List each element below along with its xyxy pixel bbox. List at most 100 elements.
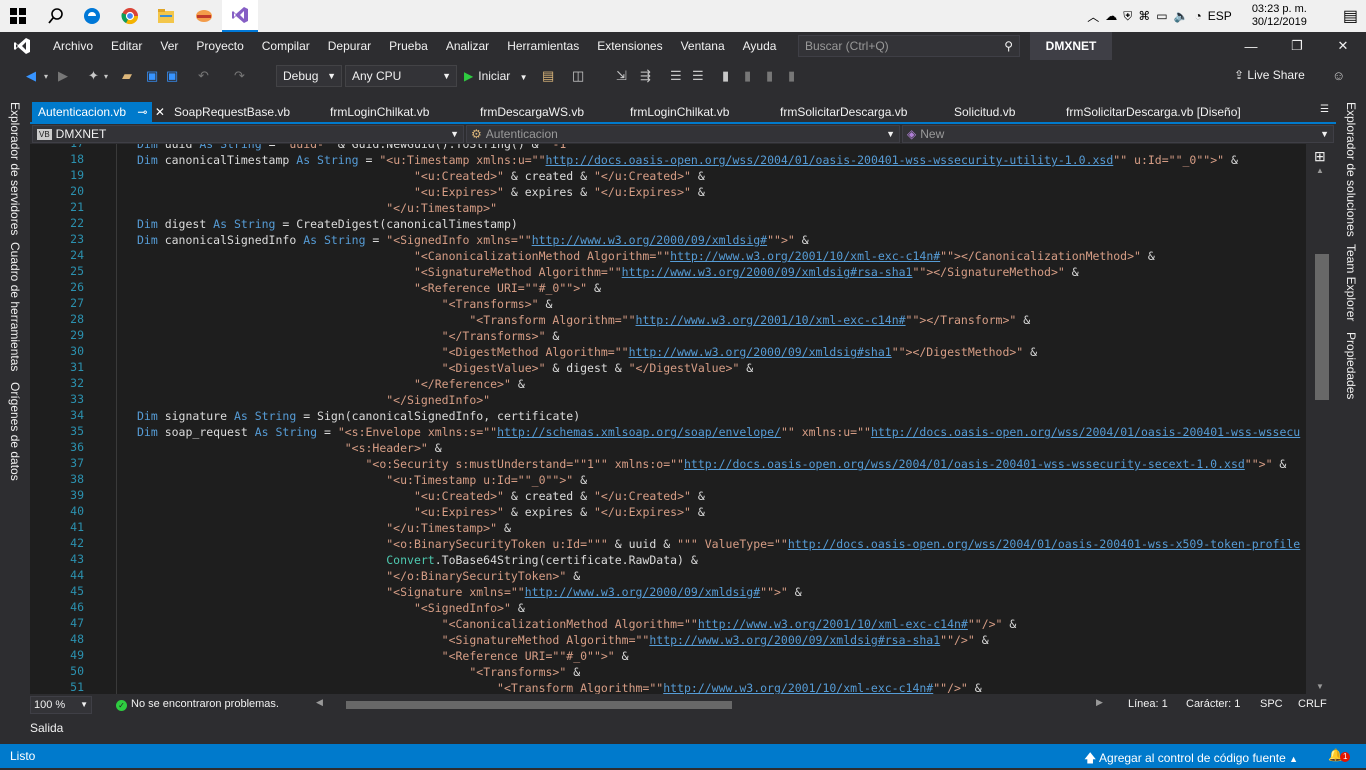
code-link[interactable]: http://docs.oasis-open.org/wss/2004/01/o… [684, 457, 1245, 471]
code-line[interactable]: "<s:Header>" & [137, 440, 442, 456]
save-icon[interactable]: ▣ [146, 68, 158, 84]
close-icon[interactable]: ✕ [155, 105, 165, 119]
output-tab[interactable]: Salida [30, 718, 63, 738]
code-link[interactable]: http://docs.oasis-open.org/wss/2004/01/o… [546, 153, 1114, 167]
bookmark-icon[interactable]: ▮ [722, 68, 729, 84]
new-project-icon[interactable]: ✦ [88, 68, 99, 84]
code-link[interactable]: http://docs.oasis-open.org/wss/2004/01/o… [788, 537, 1300, 551]
code-line[interactable]: "<SignatureMethod Algorithm=""http://www… [137, 264, 1079, 280]
class-select[interactable]: ⚙ Autenticacion ▼ [466, 125, 900, 143]
horizontal-scroll-thumb[interactable] [346, 701, 732, 709]
scroll-left-icon[interactable]: ◀ [316, 697, 323, 708]
code-line[interactable]: "<Reference URI=""#_0"">" & [137, 280, 601, 296]
code-line[interactable]: "<SignatureMethod Algorithm=""http://www… [137, 632, 989, 648]
outdent-icon[interactable]: ☰ [670, 68, 682, 84]
properties-tab[interactable]: Propiedades [1344, 332, 1358, 399]
code-editor[interactable]: 1718192021222324252627282930313233343536… [30, 144, 1306, 694]
network-icon[interactable]: ◔ [1195, 9, 1202, 23]
code-line[interactable]: Dim canonicalSignedInfo As String = "<Si… [137, 232, 809, 248]
action-center-icon[interactable]: ▤ [1343, 6, 1358, 26]
code-line[interactable]: "<o:Security s:mustUnderstand=""1"" xmln… [137, 456, 1286, 472]
data-sources-tab[interactable]: Orígenes de datos [8, 382, 22, 481]
attach-icon[interactable]: ▤ [542, 68, 554, 84]
start-debug-button[interactable]: ▶ Iniciar ▼ [464, 66, 528, 86]
menu-ver[interactable]: Ver [151, 32, 187, 60]
feedback-icon[interactable]: ☺ [1332, 68, 1345, 83]
menu-archivo[interactable]: Archivo [44, 32, 102, 60]
code-area[interactable]: Dim uuid As String = "uuid-" & Guid.NewG… [30, 144, 1306, 694]
scroll-up-icon[interactable]: ▲ [1316, 166, 1324, 175]
live-share-button[interactable]: ⇪ Live Share [1234, 68, 1305, 82]
code-line[interactable]: "<Reference URI=""#_0"">" & [137, 648, 629, 664]
chevron-down-icon[interactable]: ▾ [44, 72, 48, 81]
step-over-icon[interactable]: ⇶ [640, 68, 651, 84]
code-line[interactable]: "<SignedInfo>" & [137, 600, 525, 616]
language-indicator[interactable]: ESP [1208, 9, 1232, 23]
code-line[interactable]: "</u:Timestamp>" & [137, 520, 511, 536]
menu-herramientas[interactable]: Herramientas [498, 32, 588, 60]
tab-solicitud[interactable]: Solicitud.vb [948, 102, 1021, 122]
visual-studio-icon[interactable] [222, 0, 258, 32]
battery-icon[interactable]: ▭ [1156, 9, 1167, 23]
onedrive-icon[interactable]: ☁ [1105, 9, 1117, 23]
code-line[interactable]: Dim soap_request As String = "<s:Envelop… [137, 424, 1300, 440]
code-link[interactable]: http://schemas.xmlsoap.org/soap/envelope… [497, 425, 781, 439]
solution-explorer-tab[interactable]: Explorador de soluciones [1344, 102, 1358, 237]
tab-frmdescargaws[interactable]: frmDescargaWS.vb [474, 102, 590, 122]
menu-compilar[interactable]: Compilar [253, 32, 319, 60]
server-explorer-tab[interactable]: Explorador de servidores [8, 102, 22, 235]
line-ending-indicator[interactable]: CRLF [1298, 698, 1327, 710]
toolbox-tab[interactable]: Cuadro de herramientas [8, 242, 22, 371]
menu-prueba[interactable]: Prueba [380, 32, 437, 60]
navigate-forward-icon[interactable]: ▶ [58, 68, 68, 84]
configuration-select[interactable]: Debug ▼ [276, 65, 342, 87]
close-button[interactable]: ✕ [1320, 32, 1366, 60]
menu-editar[interactable]: Editar [102, 32, 151, 60]
chevron-down-icon[interactable]: ▾ [104, 72, 108, 81]
code-line[interactable]: "<Transforms>" & [137, 664, 580, 680]
prev-bookmark-icon[interactable]: ▮ [744, 68, 751, 84]
team-explorer-tab[interactable]: Team Explorer [1344, 244, 1358, 321]
code-line[interactable]: "</o:BinarySecurityToken>" & [137, 568, 580, 584]
vertical-scrollbar[interactable]: ⊞ ▲ ▼ [1306, 144, 1336, 694]
code-line[interactable]: "<DigestValue>" & digest & "</DigestValu… [137, 360, 754, 376]
split-editor-icon[interactable]: ⊞ [1314, 148, 1326, 165]
project-select[interactable]: VB DMXNET ▼ [32, 125, 464, 143]
search-input[interactable]: Buscar (Ctrl+Q) ⚲ [798, 35, 1020, 57]
tab-soaprequestbase[interactable]: SoapRequestBase.vb [168, 102, 296, 122]
tab-frmsolicitardescarga[interactable]: frmSolicitarDescarga.vb [774, 102, 913, 122]
code-link[interactable]: http://www.w3.org/2000/09/xmldsig# [525, 585, 760, 599]
file-explorer-icon[interactable] [148, 0, 184, 32]
edge-icon[interactable] [74, 0, 110, 32]
clear-bookmarks-icon[interactable]: ▮ [788, 68, 795, 84]
code-line[interactable]: "</Transforms>" & [137, 328, 560, 344]
add-to-source-control-button[interactable]: 🡅 Agregar al control de código fuente ▲ [1084, 749, 1298, 770]
windows-start-icon[interactable] [0, 0, 36, 32]
code-line[interactable]: "<Signature xmlns=""http://www.w3.org/20… [137, 584, 801, 600]
scroll-down-icon[interactable]: ▼ [1316, 682, 1324, 691]
search-icon[interactable] [38, 0, 74, 32]
menu-extensiones[interactable]: Extensiones [588, 32, 671, 60]
speaker-icon[interactable]: 🔈 [1174, 9, 1189, 23]
code-line[interactable]: "<Transforms>" & [137, 296, 553, 312]
indent-icon[interactable]: ☰ [692, 68, 704, 84]
redo-icon[interactable]: ↷ [234, 68, 245, 84]
code-line[interactable]: "<u:Timestamp u:Id=""_0"">" & [137, 472, 587, 488]
code-line[interactable]: "<u:Created>" & created & "</u:Created>"… [137, 488, 705, 504]
code-line[interactable]: "</SignedInfo>" [137, 392, 490, 408]
code-line[interactable]: "<u:Expires>" & expires & "</u:Expires>"… [137, 184, 705, 200]
code-line[interactable]: "<CanonicalizationMethod Algorithm=""htt… [137, 616, 1017, 632]
browser-link-icon[interactable]: ◫ [572, 68, 584, 84]
code-line[interactable]: "<Transform Algorithm=""http://www.w3.or… [137, 312, 1030, 328]
defender-icon[interactable]: ⛨ [1123, 9, 1132, 24]
taskbar-clock[interactable]: 03:23 p. m. 30/12/2019 [1252, 3, 1307, 29]
code-link[interactable]: http://www.w3.org/2000/09/xmldsig#rsa-sh… [649, 633, 940, 647]
code-line[interactable]: Dim signature As String = Sign(canonical… [137, 408, 580, 424]
chevron-up-icon[interactable]: ︿ [1087, 8, 1099, 25]
code-line[interactable]: "<Transform Algorithm=""http://www.w3.or… [137, 680, 982, 694]
code-link[interactable]: http://docs.oasis-open.org/wss/2004/01/o… [871, 425, 1300, 439]
code-line[interactable]: "<u:Created>" & created & "</u:Created>"… [137, 168, 705, 184]
whitespace-indicator[interactable]: SPC [1260, 698, 1283, 710]
menu-analizar[interactable]: Analizar [437, 32, 498, 60]
code-line[interactable]: "<o:BinarySecurityToken u:Id=""" & uuid … [137, 536, 1300, 552]
